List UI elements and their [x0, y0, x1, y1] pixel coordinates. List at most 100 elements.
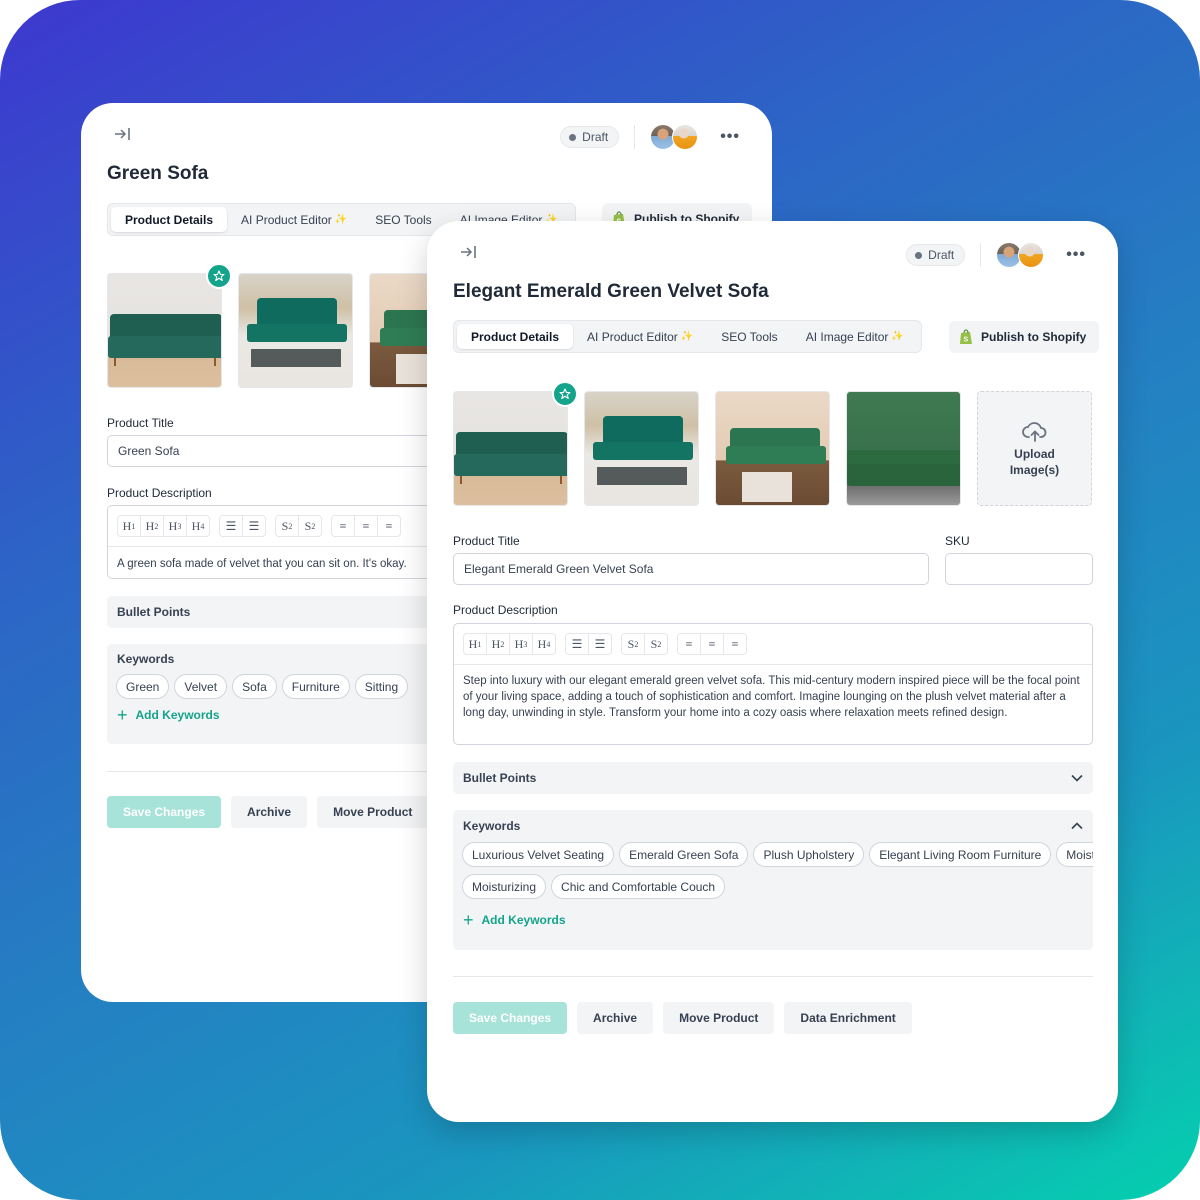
keyword-chip[interactable]: Moistu [1056, 842, 1093, 867]
avatar [672, 124, 699, 150]
action-buttons: Save Changes Archive Move Product [107, 796, 429, 828]
keyword-chip[interactable]: Emerald Green Sofa [619, 842, 749, 867]
keyword-chip[interactable]: Chic and Comfortable Couch [551, 874, 726, 899]
collaborator-avatars[interactable] [650, 124, 699, 150]
featured-star-icon[interactable] [206, 263, 232, 289]
product-image[interactable] [846, 391, 961, 506]
heading-2-button[interactable]: H2 [487, 634, 510, 654]
status-dot-icon [569, 133, 577, 141]
sparkle-icon: ✨ [334, 214, 348, 225]
archive-button[interactable]: Archive [231, 796, 308, 828]
heading-4-button[interactable]: H4 [533, 634, 555, 654]
keyword-chip[interactable]: Plush Upholstery [753, 842, 865, 867]
more-options-icon[interactable]: ••• [1066, 247, 1086, 263]
product-description-label: Product Description [107, 486, 212, 500]
page-title: Green Sofa [107, 163, 209, 184]
bullet-list-icon[interactable]: ☰ [566, 634, 589, 654]
save-changes-button[interactable]: Save Changes [107, 796, 222, 828]
align-center-icon[interactable]: ≡ [355, 516, 378, 536]
keyword-chip[interactable]: Velvet [174, 674, 228, 699]
product-image[interactable] [238, 273, 353, 388]
keyword-chip[interactable]: Sitting [354, 674, 409, 699]
numbered-list-icon[interactable]: ☰ [243, 516, 265, 536]
divider [453, 976, 1093, 977]
tab-ai-product-editor[interactable]: AI Product Editor ✨ [227, 207, 361, 232]
sku-label: SKU [945, 534, 970, 548]
keyword-chips-row-1: Luxurious Velvet Seating Emerald Green S… [453, 842, 1093, 867]
tab-ai-product-editor[interactable]: AI Product Editor ✨ [573, 324, 707, 349]
product-image[interactable] [453, 391, 568, 506]
svg-text:S: S [964, 337, 969, 344]
status-badge: Draft [560, 126, 620, 148]
subscript-button[interactable]: S2 [645, 634, 667, 654]
save-changes-button[interactable]: Save Changes [453, 1002, 568, 1034]
product-description-label: Product Description [453, 603, 558, 617]
product-title-label: Product Title [107, 416, 174, 430]
description-editor[interactable]: H1 H2 H3 H4 ☰ ☰ S2 S2 ≡ ≡ ≡ [453, 623, 1093, 745]
keyword-chip[interactable]: Moisturizing [462, 874, 547, 899]
divider [980, 243, 982, 267]
plus-icon: + [117, 705, 128, 725]
sparkle-icon: ✨ [680, 331, 694, 342]
superscript-button[interactable]: S2 [622, 634, 645, 654]
tab-product-details[interactable]: Product Details [457, 324, 574, 349]
product-title-label: Product Title [453, 534, 520, 548]
product-image[interactable] [715, 391, 830, 506]
image-gallery: Upload Image(s) [453, 391, 1092, 506]
tab-product-details[interactable]: Product Details [111, 207, 228, 232]
heading-4-button[interactable]: H4 [187, 516, 209, 536]
superscript-button[interactable]: S2 [276, 516, 299, 536]
bullet-points-section[interactable]: Bullet Points [453, 762, 1093, 794]
keyword-chip[interactable]: Green [116, 674, 170, 699]
heading-2-button[interactable]: H2 [141, 516, 164, 536]
collaborator-avatars[interactable] [996, 242, 1045, 268]
product-image[interactable] [584, 391, 699, 506]
subscript-button[interactable]: S2 [299, 516, 321, 536]
align-left-icon[interactable]: ≡ [678, 634, 701, 654]
keyword-chips-row-2: Moisturizing Chic and Comfortable Couch [453, 874, 1093, 899]
keyword-chip[interactable]: Furniture [281, 674, 350, 699]
status-dot-icon [915, 251, 923, 259]
move-product-button[interactable]: Move Product [663, 1002, 775, 1034]
align-center-icon[interactable]: ≡ [701, 634, 724, 654]
heading-3-button[interactable]: H3 [510, 634, 533, 654]
archive-button[interactable]: Archive [577, 1002, 654, 1034]
tab-bar: Product Details AI Product Editor ✨ SEO T… [453, 320, 922, 353]
featured-star-icon[interactable] [552, 381, 578, 407]
sku-input[interactable] [945, 553, 1093, 585]
align-left-icon[interactable]: ≡ [332, 516, 355, 536]
keyword-chip[interactable]: Luxurious Velvet Seating [462, 842, 615, 867]
chevron-down-icon[interactable] [1071, 771, 1083, 785]
more-options-icon[interactable]: ••• [720, 129, 740, 145]
gradient-background: Draft ••• Green Sofa Product Details AI … [0, 0, 1200, 1200]
description-text[interactable]: Step into luxury with our elegant emeral… [454, 665, 1092, 729]
plus-icon: + [463, 910, 474, 930]
data-enrichment-button[interactable]: Data Enrichment [784, 1002, 912, 1034]
numbered-list-icon[interactable]: ☰ [589, 634, 611, 654]
tab-seo-tools[interactable]: SEO Tools [707, 324, 791, 349]
status-badge: Draft [906, 244, 966, 266]
add-keywords-button[interactable]: + Add Keywords [453, 910, 1093, 930]
collapse-panel-icon[interactable] [460, 245, 480, 261]
upload-images-button[interactable]: Upload Image(s) [977, 391, 1092, 506]
action-buttons: Save Changes Archive Move Product Data E… [453, 1002, 912, 1034]
collapse-panel-icon[interactable] [114, 127, 134, 143]
tab-seo-tools[interactable]: SEO Tools [361, 207, 445, 232]
heading-1-button[interactable]: H1 [118, 516, 141, 536]
keyword-chip[interactable]: Sofa [232, 674, 277, 699]
product-image[interactable] [107, 273, 222, 388]
keyword-chip[interactable]: Elegant Living Room Furniture [869, 842, 1052, 867]
page-title: Elegant Emerald Green Velvet Sofa [453, 281, 769, 302]
tab-ai-image-editor[interactable]: AI Image Editor ✨ [792, 324, 918, 349]
product-panel-front: Draft ••• Elegant Emerald Green Velvet S… [427, 221, 1118, 1122]
heading-3-button[interactable]: H3 [164, 516, 187, 536]
sparkle-icon: ✨ [891, 331, 904, 342]
align-right-icon[interactable]: ≡ [378, 516, 400, 536]
move-product-button[interactable]: Move Product [317, 796, 429, 828]
chevron-up-icon[interactable] [1071, 819, 1083, 833]
publish-to-shopify-button[interactable]: S Publish to Shopify [949, 321, 1100, 353]
align-right-icon[interactable]: ≡ [724, 634, 746, 654]
bullet-list-icon[interactable]: ☰ [220, 516, 243, 536]
heading-1-button[interactable]: H1 [464, 634, 487, 654]
product-title-input[interactable]: Elegant Emerald Green Velvet Sofa [453, 553, 929, 585]
